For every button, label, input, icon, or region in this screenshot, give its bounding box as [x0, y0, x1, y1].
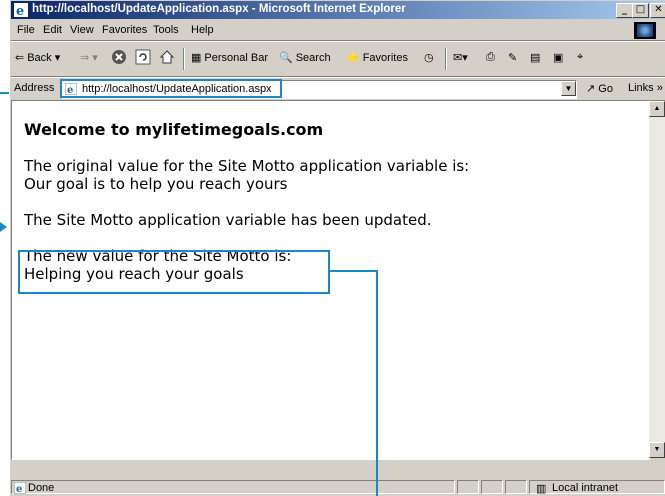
back-button[interactable]: ⇐ Back ▾ — [15, 51, 60, 64]
new-label: The new value for the Site Motto is: — [24, 247, 292, 265]
refresh-button[interactable] — [135, 49, 151, 68]
edit-button[interactable]: ✎ — [508, 51, 517, 64]
page-done-icon: e — [14, 482, 26, 494]
zone-cell: ▥ Local intranet — [529, 480, 665, 495]
maximize-button[interactable]: □ — [632, 3, 649, 18]
history-button[interactable]: ◷ — [424, 51, 434, 64]
stop-icon — [112, 50, 126, 64]
favorites-icon: ⭐ — [346, 52, 360, 64]
address-input[interactable]: e http://localhost/UpdateApplication.asp… — [61, 80, 577, 99]
new-value: Helping you reach your goals — [24, 265, 244, 283]
messenger-icon: ▣ — [553, 52, 564, 64]
personal-bar-icon: ▦ — [191, 52, 202, 64]
search-icon: 🔍 — [279, 52, 293, 64]
mail-button[interactable]: ✉▾ — [453, 51, 468, 64]
menu-edit[interactable]: Edit — [43, 24, 62, 36]
minimize-button[interactable]: _ — [616, 3, 633, 18]
menu-help[interactable]: Help — [191, 24, 214, 36]
original-value-block: The original value for the Site Motto ap… — [24, 157, 469, 193]
home-icon — [159, 50, 175, 64]
print-icon: ⎙ — [486, 51, 495, 63]
edit-icon: ✎ — [508, 52, 518, 64]
address-url: http://localhost/UpdateApplication.aspx — [82, 83, 272, 95]
page-icon: e — [65, 83, 77, 95]
history-icon: ◷ — [424, 52, 434, 64]
vertical-scrollbar[interactable]: ▲ ▼ — [649, 101, 665, 458]
back-arrow-icon: ⇐ — [15, 52, 25, 64]
menu-file[interactable]: File — [17, 24, 35, 36]
forward-arrow-icon: ⇒ — [80, 52, 90, 64]
status-text-cell: e Done — [11, 480, 455, 494]
messenger-button[interactable]: ▣ — [553, 51, 563, 64]
refresh-icon — [135, 49, 151, 65]
original-label: The original value for the Site Motto ap… — [24, 157, 470, 175]
ie-icon: e — [14, 3, 28, 17]
intranet-icon: ▥ — [536, 483, 547, 495]
status-text: Done — [28, 482, 55, 494]
address-bar: Address e http://localhost/UpdateApplica… — [11, 77, 665, 101]
search-button[interactable]: 🔍 Search — [279, 51, 331, 64]
personal-bar-button[interactable]: ▦ Personal Bar — [191, 51, 268, 64]
new-value-block: The new value for the Site Motto is: Hel… — [24, 247, 469, 283]
standard-toolbar: ⇐ Back ▾ ⇒ ▾ ▦ Personal Bar 🔍 Search ⭐ Favori… — [11, 41, 665, 77]
chevron-right-icon: » — [656, 82, 663, 94]
title-bar: e http://localhost/UpdateApplication.asp… — [11, 1, 665, 19]
menu-favorites[interactable]: Favorites — [102, 24, 147, 36]
update-message: The Site Motto application variable has … — [24, 211, 432, 229]
window-title: http://localhost/UpdateApplication.aspx … — [32, 3, 406, 15]
related-icon: ⌖ — [577, 51, 584, 63]
discuss-button[interactable]: ▤ — [530, 51, 540, 64]
page-content: Welcome to mylifetimegoals.com The origi… — [11, 100, 650, 460]
ie-window: e http://localhost/UpdateApplication.asp… — [9, 0, 665, 496]
go-button[interactable]: ↗ Go — [586, 82, 613, 95]
home-button[interactable] — [159, 49, 175, 68]
print-button[interactable]: ⎙ — [486, 51, 495, 64]
address-dropdown-button[interactable]: ▼ — [561, 81, 576, 96]
original-value: Our goal is to help you reach yours — [24, 175, 288, 193]
windows-logo-throbber — [634, 22, 656, 39]
svg-text:e: e — [67, 85, 73, 95]
zone-text: Local intranet — [552, 482, 619, 494]
related-button[interactable]: ⌖ — [577, 51, 583, 64]
menu-bar: File Edit View Favorites Tools Help — [11, 20, 665, 41]
links-button[interactable]: Links » — [628, 82, 663, 94]
callout-line-new-value-h — [330, 270, 378, 272]
callout-arrow-left — [0, 222, 7, 232]
favorites-button[interactable]: ⭐ Favorites — [346, 51, 408, 64]
scroll-up-button[interactable]: ▲ — [649, 101, 665, 117]
menu-view[interactable]: View — [70, 24, 94, 36]
mail-icon: ✉▾ — [453, 52, 468, 64]
page-heading: Welcome to mylifetimegoals.com — [24, 120, 324, 139]
forward-button[interactable]: ⇒ ▾ — [80, 51, 98, 64]
svg-text:e: e — [16, 4, 24, 17]
address-label: Address — [14, 82, 55, 94]
svg-text:e: e — [16, 484, 22, 494]
callout-line-new-value-v — [376, 270, 378, 496]
scroll-down-button[interactable]: ▼ — [649, 442, 665, 458]
status-bar: e Done ▥ Local intranet — [11, 478, 665, 496]
discuss-icon: ▤ — [530, 52, 541, 64]
close-button[interactable]: ✕ — [650, 3, 665, 18]
go-arrow-icon: ↗ — [586, 83, 596, 95]
menu-tools[interactable]: Tools — [153, 24, 179, 36]
stop-button[interactable] — [111, 49, 127, 68]
